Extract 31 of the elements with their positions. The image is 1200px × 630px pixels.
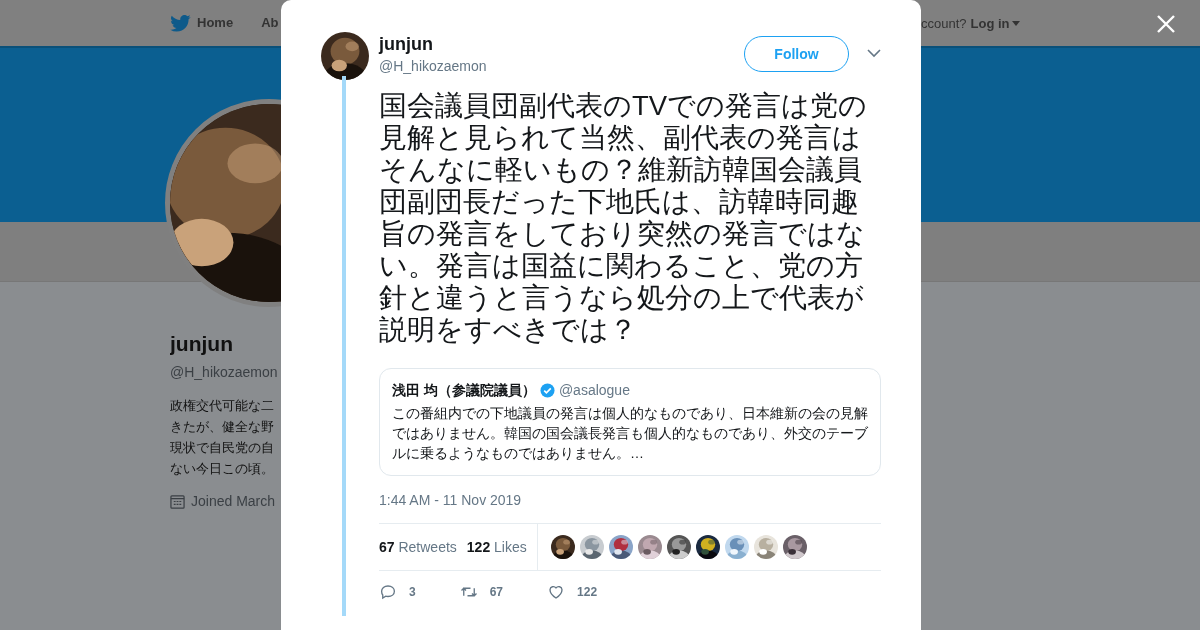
action-count: 67 <box>489 584 504 601</box>
heart-icon[interactable] <box>547 583 566 601</box>
bio-line: ない今日この頃。 <box>170 459 275 478</box>
action-count: 3 <box>409 584 416 601</box>
reply-icon[interactable] <box>379 583 397 601</box>
author-handle[interactable]: @H_hikozaemon <box>379 56 744 76</box>
quoted-author-handle: @asalogue <box>558 381 630 400</box>
account-prompt: ccount? <box>921 15 967 33</box>
quoted-tweet-text: この番組内での下地議員の発言は個人的なものであり、日本維新の会の見解ではありません。韓国の国会議長発言も個人的なものであり、外交のテーブルに乗るようなものではありません。… <box>392 404 868 463</box>
chevron-down-icon[interactable] <box>867 49 881 58</box>
quoted-tweet[interactable]: 浅田 均（参議院議員） @asalogue この番組内での下地議員の発言は個人的なものであり、日本維新の会の見解ではありません。韓国の国会議長発言も個人的なものであり、外交のテーブルに乗るようなものではありません。… <box>379 368 881 476</box>
calendar-icon <box>170 493 185 509</box>
nav-link[interactable]: Ab <box>261 13 279 33</box>
tweet-timestamp: 1:44 AM - 11 Nov 2019 <box>379 491 523 510</box>
tweet-stat[interactable]: 67 Retweets <box>379 536 457 558</box>
login-link[interactable]: Log in <box>970 14 1020 34</box>
profile-name: junjun <box>170 331 234 357</box>
bio-line: きたが、健全な野 <box>170 417 275 436</box>
caret-icon <box>1011 21 1020 27</box>
bird-icon <box>170 14 191 32</box>
close-icon <box>1156 14 1176 34</box>
tweet-stat[interactable]: 122 Likes <box>466 536 527 558</box>
bio-line: 政権交代可能な二 <box>170 396 275 415</box>
joined-date: Joined March <box>191 491 276 511</box>
nav-link[interactable]: Home <box>170 13 234 33</box>
bio-line: 現状で自民党の自 <box>170 438 275 457</box>
quoted-author-name: 浅田 均（参議院議員） <box>392 381 536 400</box>
tweet-text: 国会議員団副代表のTVでの発言は党の見解と見られて当然、副代表の発言はそんなに軽いもの？維新訪韓国会議員団副団長だった下地氏は、訪韓時同趣旨の発言をしており突然の発言ではない。発言は国益に関わること、党の方針と違うと言うなら処分の上で代表が説明をすべきでは？ <box>379 90 869 346</box>
profile-handle: @H_hikozaemon <box>170 362 279 382</box>
action-count: 122 <box>577 584 598 601</box>
author-name[interactable]: junjun <box>379 32 744 56</box>
